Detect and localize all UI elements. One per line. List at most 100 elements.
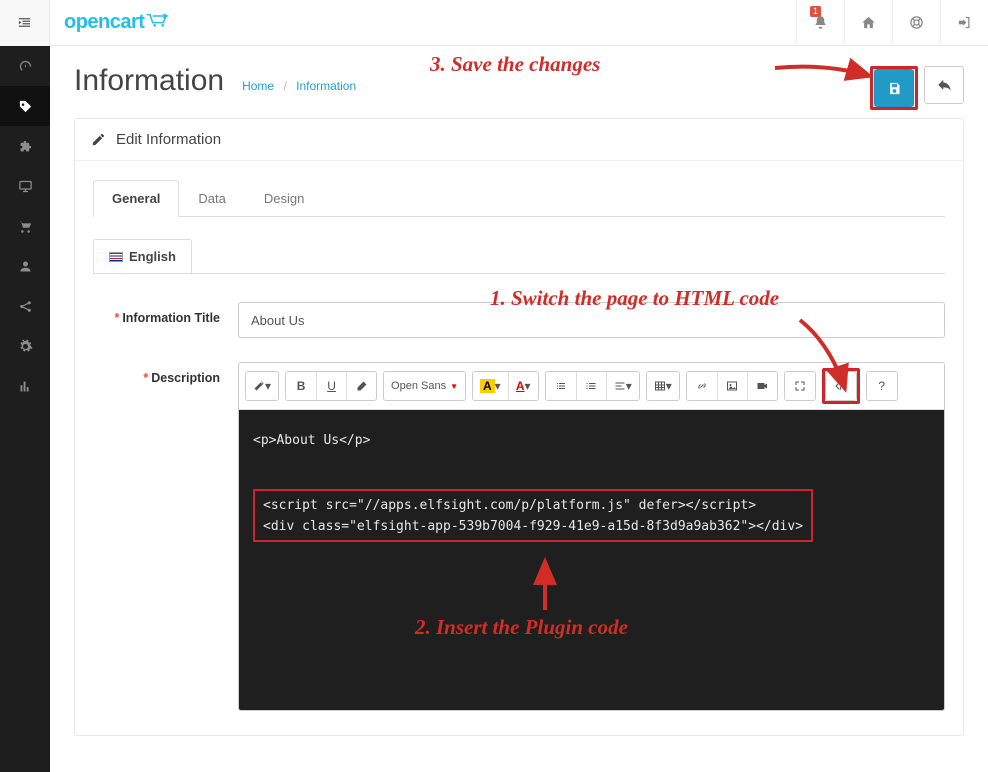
- indent-icon: [17, 15, 32, 30]
- tool-underline[interactable]: U: [316, 372, 346, 400]
- tool-ul[interactable]: [546, 372, 576, 400]
- puzzle-icon: [18, 139, 33, 154]
- main-content: Information Home / Information Edit Info…: [50, 46, 988, 772]
- language-tabs: English: [93, 239, 945, 273]
- row-title: *Information Title: [93, 302, 945, 338]
- desktop-icon: [18, 179, 33, 194]
- life-ring-icon: [909, 15, 924, 30]
- chart-icon: [18, 379, 33, 394]
- notification-badge: 1: [810, 6, 821, 17]
- annotation-save-highlight: [870, 66, 918, 110]
- rich-editor: ▾ B U Open Sans▼ A▾ A▾: [238, 362, 945, 711]
- reply-icon: [937, 78, 952, 93]
- video-icon: [756, 380, 768, 392]
- page-title: Information: [74, 64, 224, 98]
- label-description: *Description: [93, 362, 238, 385]
- information-title-input[interactable]: [238, 302, 945, 338]
- tool-ol[interactable]: [576, 372, 606, 400]
- list-ol-icon: [585, 380, 597, 392]
- panel-heading: Edit Information: [75, 119, 963, 161]
- image-icon: [726, 380, 738, 392]
- gear-icon: [18, 339, 33, 354]
- logo[interactable]: opencart: [64, 11, 170, 34]
- tool-fullscreen[interactable]: [785, 372, 815, 400]
- logo-text: opencart: [64, 11, 144, 34]
- edit-panel: Edit Information General Data Design Eng…: [74, 118, 964, 736]
- link-icon: [696, 380, 708, 392]
- sidebar-design[interactable]: [0, 166, 50, 206]
- expand-icon: [794, 380, 806, 392]
- panel-title: Edit Information: [116, 131, 221, 148]
- annotation-plugin-code-box: <script src="//apps.elfsight.com/p/platf…: [253, 489, 813, 542]
- code-line-1: <p>About Us</p>: [253, 433, 370, 448]
- sidebar: [0, 46, 50, 772]
- breadcrumb: Home / Information: [242, 79, 356, 93]
- notifications-button[interactable]: 1: [796, 0, 844, 46]
- shopping-cart-icon: [18, 219, 33, 234]
- breadcrumb-separator: /: [283, 79, 286, 93]
- table-icon: [654, 380, 666, 392]
- bell-icon: [813, 15, 828, 30]
- logout-icon: [957, 15, 972, 30]
- list-ul-icon: [555, 380, 567, 392]
- tool-bold[interactable]: B: [286, 372, 316, 400]
- logout-button[interactable]: [940, 0, 988, 46]
- home-button[interactable]: [844, 0, 892, 46]
- save-icon: [887, 81, 902, 96]
- sidebar-sales[interactable]: [0, 206, 50, 246]
- breadcrumb-home[interactable]: Home: [242, 79, 274, 93]
- back-button[interactable]: [924, 66, 964, 104]
- dashboard-icon: [18, 59, 33, 74]
- menu-toggle-button[interactable]: [0, 0, 50, 46]
- tool-align[interactable]: ▾: [606, 372, 639, 400]
- page-header: Information Home / Information: [50, 46, 988, 108]
- annotation-code-highlight: [822, 368, 860, 404]
- tab-data[interactable]: Data: [179, 180, 244, 217]
- code-line-3: <div class="elfsight-app-539b7004-f929-4…: [263, 519, 803, 534]
- tool-code-view[interactable]: [826, 372, 856, 400]
- eraser-icon: [356, 380, 368, 392]
- home-icon: [861, 15, 876, 30]
- form-area: *Information Title *Description ▾ B U: [93, 273, 945, 711]
- tag-icon: [18, 99, 33, 114]
- tool-image[interactable]: [717, 372, 747, 400]
- cart-icon: [146, 11, 170, 34]
- topbar: opencart 1: [0, 0, 988, 46]
- sidebar-marketing[interactable]: [0, 286, 50, 326]
- label-title: *Information Title: [93, 302, 238, 325]
- user-icon: [18, 259, 33, 274]
- tool-table[interactable]: ▾: [647, 372, 679, 400]
- tool-magic[interactable]: ▾: [246, 372, 278, 400]
- sidebar-dashboard[interactable]: [0, 46, 50, 86]
- code-line-2: <script src="//apps.elfsight.com/p/platf…: [263, 498, 756, 513]
- lang-tab-english[interactable]: English: [93, 239, 192, 273]
- page-actions: [870, 66, 964, 110]
- tab-general[interactable]: General: [93, 180, 179, 217]
- sidebar-catalog[interactable]: [0, 86, 50, 126]
- flag-gb-icon: [109, 252, 123, 262]
- share-icon: [18, 299, 33, 314]
- tab-design[interactable]: Design: [245, 180, 323, 217]
- tool-link[interactable]: [687, 372, 717, 400]
- code-icon: [834, 380, 848, 392]
- tool-font-family[interactable]: Open Sans▼: [384, 372, 465, 400]
- header-actions: 1: [796, 0, 988, 46]
- align-icon: [614, 380, 626, 392]
- magic-icon: [253, 380, 265, 392]
- lang-tab-label: English: [129, 249, 176, 264]
- editor-toolbar: ▾ B U Open Sans▼ A▾ A▾: [239, 363, 944, 410]
- tool-video[interactable]: [747, 372, 777, 400]
- sidebar-extensions[interactable]: [0, 126, 50, 166]
- breadcrumb-current[interactable]: Information: [296, 79, 356, 93]
- sidebar-customers[interactable]: [0, 246, 50, 286]
- save-button[interactable]: [874, 69, 914, 107]
- code-editor[interactable]: <p>About Us</p> <script src="//apps.elfs…: [239, 410, 944, 710]
- tool-help[interactable]: ?: [867, 372, 897, 400]
- tool-font-color[interactable]: A▾: [473, 372, 508, 400]
- help-button[interactable]: [892, 0, 940, 46]
- tool-back-color[interactable]: A▾: [508, 372, 538, 400]
- sidebar-reports[interactable]: [0, 366, 50, 406]
- tool-clear-format[interactable]: [346, 372, 376, 400]
- pencil-icon: [91, 132, 106, 147]
- sidebar-system[interactable]: [0, 326, 50, 366]
